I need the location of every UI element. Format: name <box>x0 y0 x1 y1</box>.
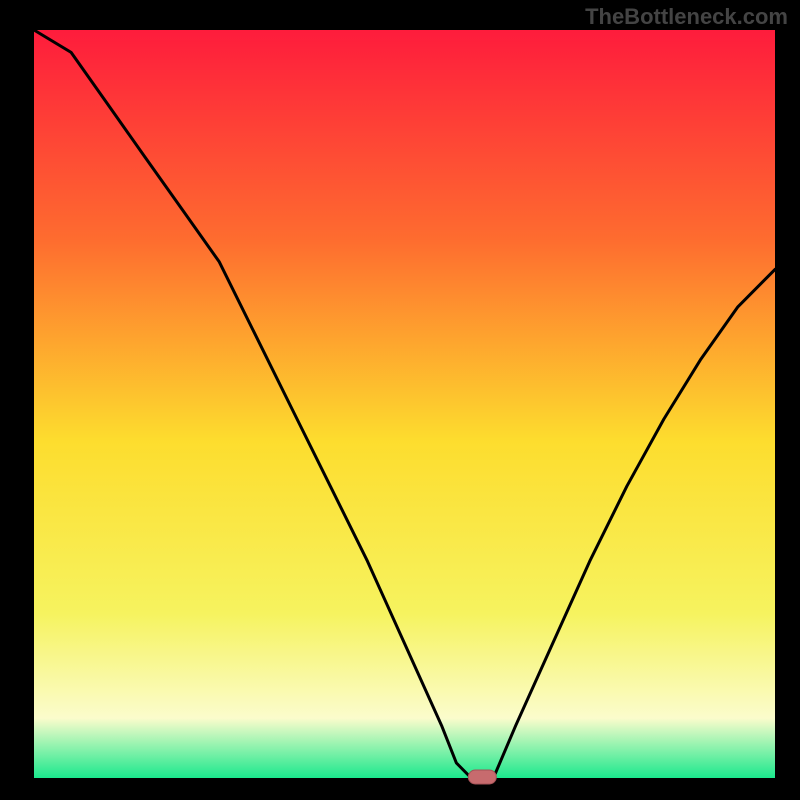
watermark-label: TheBottleneck.com <box>585 4 788 30</box>
min-marker <box>468 770 496 784</box>
bottleneck-chart <box>0 0 800 800</box>
chart-container: TheBottleneck.com <box>0 0 800 800</box>
plot-background <box>34 30 775 778</box>
